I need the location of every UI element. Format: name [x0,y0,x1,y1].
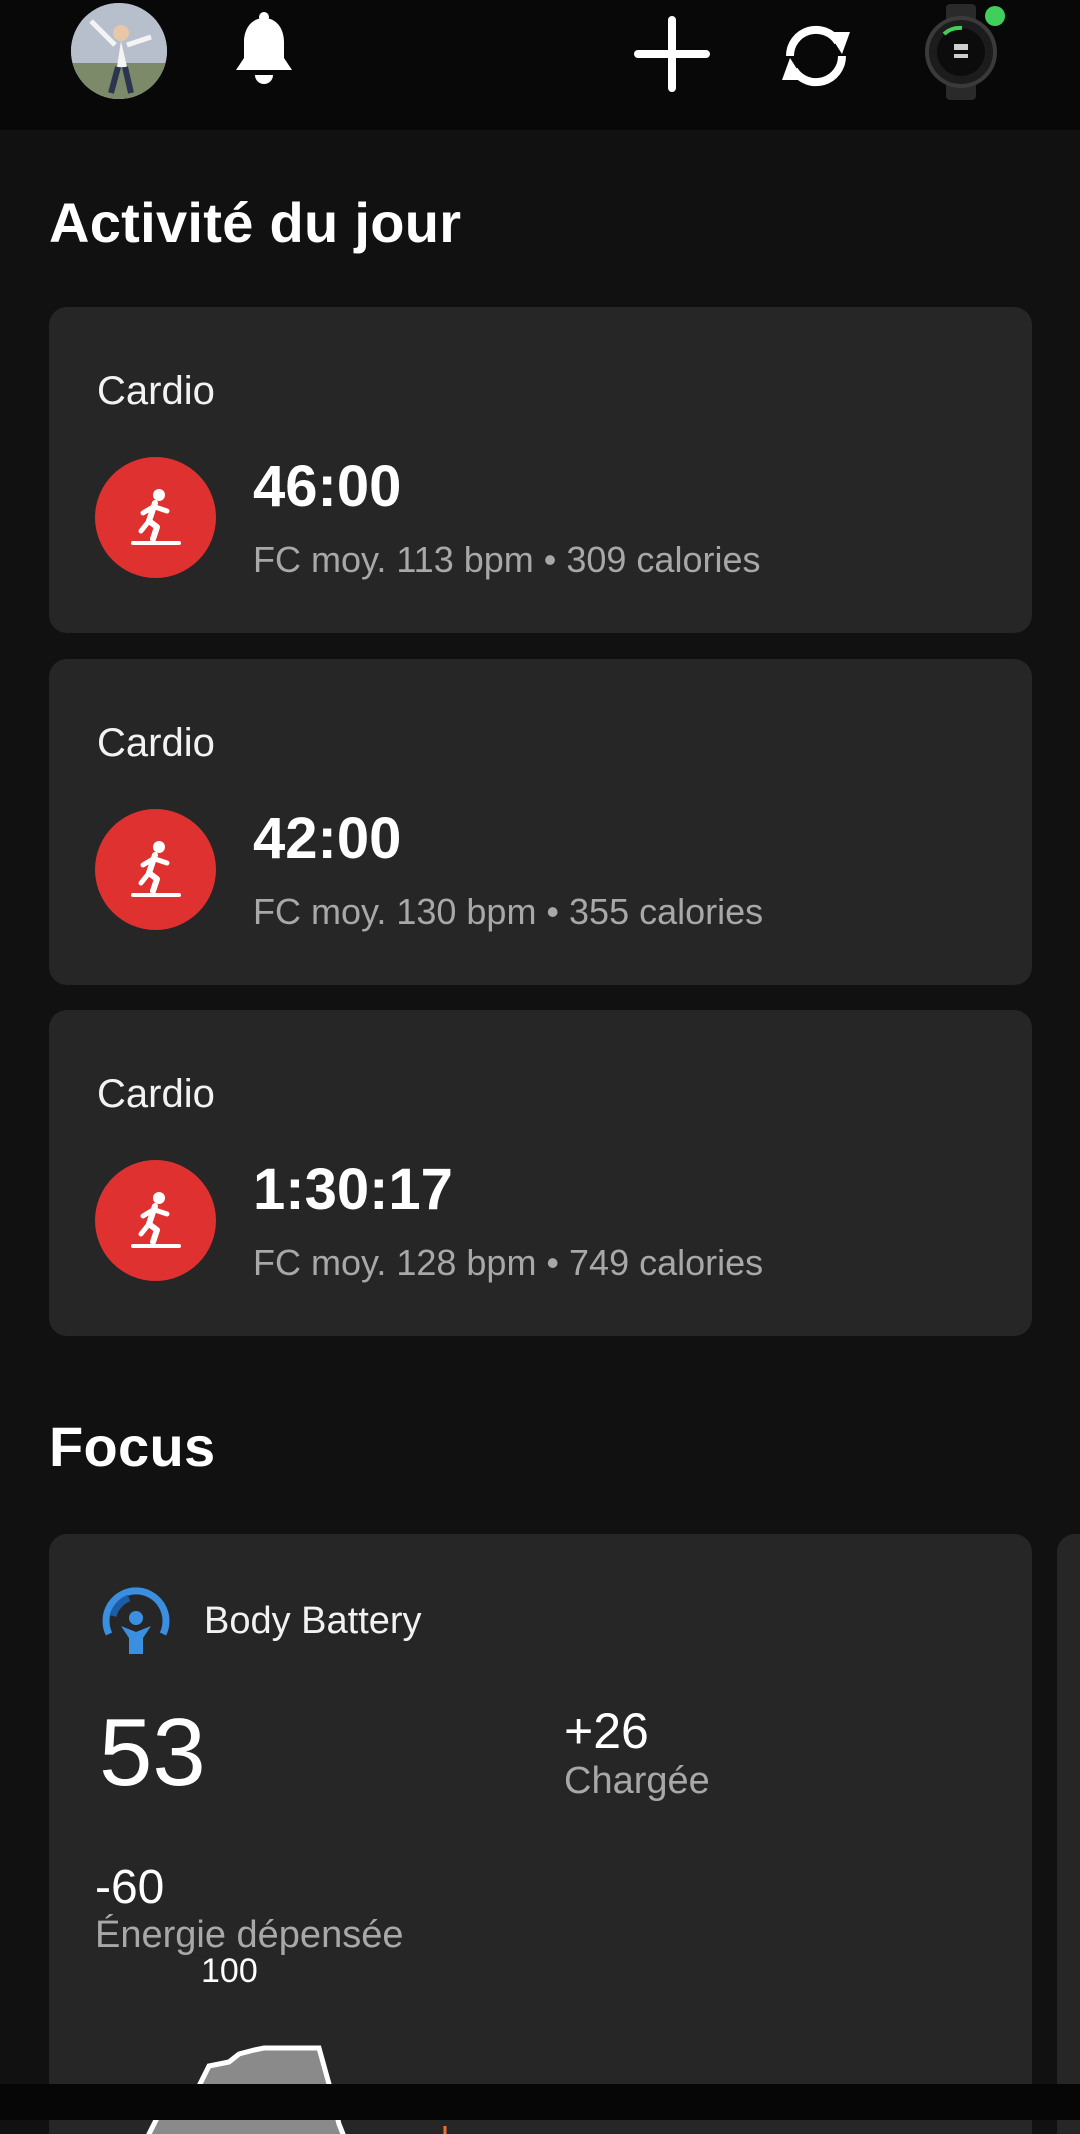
top-bar [0,0,1080,130]
focus-section-title: Focus [49,1415,216,1478]
charged-label: Chargée [564,1760,710,1802]
charged-value: +26 [564,1703,649,1759]
today-section-title: Activité du jour [49,191,462,254]
activity-duration: 46:00 [253,454,402,519]
treadmill-runner-icon [95,457,216,578]
avatar[interactable] [71,3,167,99]
activity-card[interactable]: Cardio 1:30:17 FC moy. 128 bpm • 749 cal… [49,1010,1032,1336]
body-battery-icon [99,1586,173,1665]
treadmill-runner-icon [95,809,216,930]
sync-icon[interactable] [774,16,858,96]
activity-duration: 42:00 [253,806,402,871]
bottom-navigation [0,2084,1080,2120]
spent-label: Énergie dépensée [95,1914,404,1956]
bell-icon[interactable] [228,10,300,90]
watch-connected-dot [985,6,1005,26]
activity-card[interactable]: Cardio 42:00 FC moy. 130 bpm • 355 calor… [49,659,1032,985]
activity-stats: FC moy. 128 bpm • 749 calories [253,1242,764,1283]
body-battery-card[interactable]: Body Battery 53 +26 Chargée -60 Énergie … [49,1534,1032,2134]
activity-stats: FC moy. 113 bpm • 309 calories [253,539,761,580]
next-focus-card-peek[interactable] [1057,1534,1080,2134]
activity-duration: 1:30:17 [253,1157,453,1222]
activity-card[interactable]: Cardio 46:00 FC moy. 113 bpm • 309 calor… [49,307,1032,633]
activity-stats: FC moy. 130 bpm • 355 calories [253,891,764,932]
spent-value: -60 [95,1861,165,1914]
activity-type-label: Cardio [97,721,215,765]
activity-type-label: Cardio [97,1072,215,1116]
body-battery-value: 53 [99,1699,206,1806]
treadmill-runner-icon [95,1160,216,1281]
body-battery-title: Body Battery [204,1600,422,1642]
activity-type-label: Cardio [97,369,215,413]
plus-icon[interactable] [632,14,712,94]
